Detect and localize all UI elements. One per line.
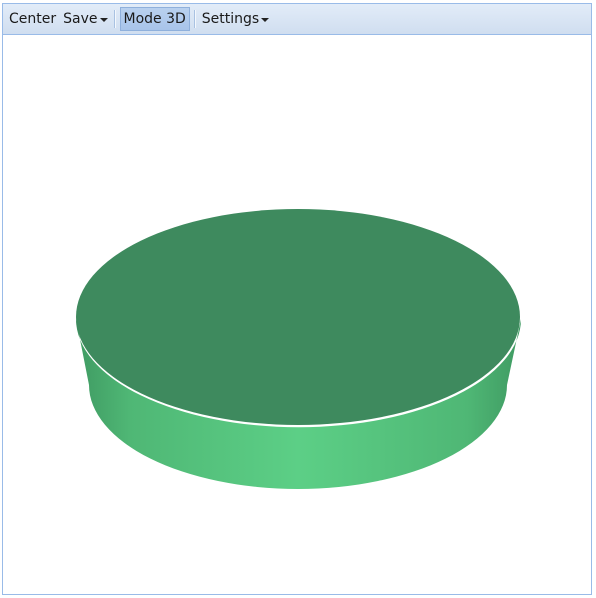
save-menu-button[interactable]: Save <box>61 7 109 31</box>
settings-button-label: Settings <box>201 11 260 27</box>
cylinder-top <box>76 209 520 425</box>
save-button-label: Save <box>63 11 98 27</box>
chevron-down-icon <box>261 18 270 22</box>
toolbar-separator <box>193 10 196 28</box>
mode-3d-label: Mode 3D <box>123 11 186 27</box>
center-button-label: Center <box>9 11 57 27</box>
toolbar-separator <box>113 10 116 28</box>
chevron-down-icon <box>99 18 108 22</box>
center-button[interactable]: Center <box>7 7 58 31</box>
3d-scene <box>76 209 521 489</box>
toolbar: Center Save Mode 3D Settings <box>3 4 591 35</box>
3d-viewport[interactable] <box>3 35 591 594</box>
viewer-window: Center Save Mode 3D Settings <box>2 3 592 595</box>
mode-3d-toggle[interactable]: Mode 3D <box>119 7 190 31</box>
settings-menu-button[interactable]: Settings <box>200 7 271 31</box>
